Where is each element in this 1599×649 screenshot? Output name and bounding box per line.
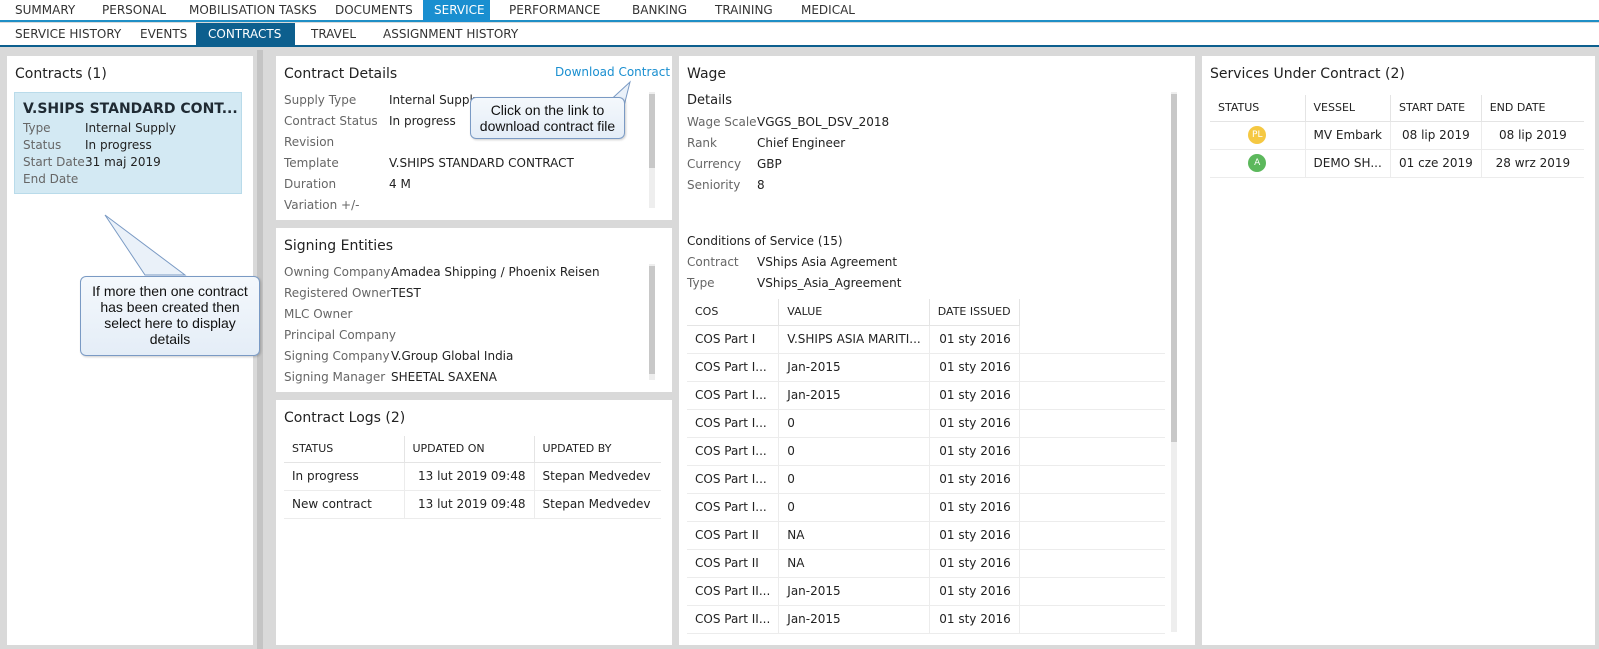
col-updated-by[interactable]: UPDATED BY (534, 436, 661, 463)
status-badge: A (1248, 154, 1267, 172)
tab-mobilisation-tasks[interactable]: MOBILISATION TASKS (178, 0, 328, 22)
tab-banking[interactable]: BANKING (621, 0, 698, 22)
contracts-callout-pointer (104, 214, 187, 276)
subtab-service-history[interactable]: SERVICE HISTORY (3, 23, 133, 45)
table-row[interactable]: COS Part II... Jan-2015 01 sty 2016 (687, 577, 1165, 606)
signing-entities-title: Signing Entities (284, 238, 394, 254)
table-row[interactable]: A DEMO SH... 01 cze 2019 28 wrz 2019 (1210, 149, 1584, 178)
services-title: Services Under Contract (2) (1210, 66, 1405, 82)
tab-training[interactable]: TRAINING (704, 0, 784, 22)
table-row[interactable]: PL MV Embark 08 lip 2019 08 lip 2019 (1210, 121, 1584, 150)
wage-title: Wage (687, 66, 727, 82)
subtab-events[interactable]: EVENTS (128, 23, 199, 45)
cos-heading: Conditions of Service (15) (687, 234, 843, 248)
services-panel: Services Under Contract (2) STATUS VESSE… (1202, 56, 1595, 645)
col-vessel[interactable]: VESSEL (1305, 95, 1392, 122)
col-value[interactable]: VALUE (778, 299, 930, 326)
contract-details-title: Contract Details (284, 66, 398, 82)
table-row[interactable]: COS Part I... Jan-2015 01 sty 2016 (687, 381, 1165, 410)
wage-panel: Wage Details Wage Scale VGGS_BOL_DSV_2018… (679, 56, 1195, 645)
col-date-issued[interactable]: DATE ISSUED (929, 299, 1020, 326)
col-updated-on[interactable]: UPDATED ON (404, 436, 535, 463)
table-row[interactable]: In progress 13 lut 2019 09:48 Stepan Med… (284, 462, 661, 491)
table-row[interactable]: COS Part I... 0 01 sty 2016 (687, 437, 1165, 466)
contract-card[interactable]: V.SHIPS STANDARD CONT... Type Internal Su… (14, 92, 242, 194)
col-status[interactable]: STATUS (284, 436, 405, 463)
tab-personal[interactable]: PERSONAL (91, 0, 177, 22)
cos-table: COS VALUE DATE ISSUED COS Part I V.SHIPS … (687, 299, 1165, 634)
subtab-assignment-history[interactable]: ASSIGNMENT HISTORY (371, 23, 530, 45)
contracts-callout: If more then one contract has been creat… (80, 276, 260, 356)
col-start-date[interactable]: START DATE (1390, 95, 1482, 122)
services-table: STATUS VESSEL START DATE END DATE PL MV … (1210, 95, 1584, 178)
download-callout: Click on the link to download contract f… (470, 97, 625, 139)
sub-tab-bar: SERVICE HISTORY EVENTS CONTRACTS TRAVEL … (0, 23, 1599, 47)
contract-logs-panel: Contract Logs (2) STATUS UPDATED ON UPDA… (276, 400, 672, 645)
tab-performance[interactable]: PERFORMANCE (498, 0, 611, 22)
subtab-contracts[interactable]: CONTRACTS (196, 23, 295, 45)
table-row[interactable]: COS Part II NA 01 sty 2016 (687, 549, 1165, 578)
tab-medical[interactable]: MEDICAL (790, 0, 866, 22)
col-status[interactable]: STATUS (1210, 95, 1306, 122)
contract-logs-title: Contract Logs (2) (284, 410, 406, 426)
signing-entities-panel: Signing Entities Owning Company Amadea Sh… (276, 228, 672, 392)
details-scrollbar[interactable] (649, 92, 655, 208)
tab-documents[interactable]: DOCUMENTS (324, 0, 424, 22)
tab-summary[interactable]: SUMMARY (4, 0, 86, 22)
table-row[interactable]: COS Part I... 0 01 sty 2016 (687, 465, 1165, 494)
col-cos[interactable]: COS (687, 299, 780, 326)
download-contract-link[interactable]: Download Contract (555, 65, 670, 79)
table-row[interactable]: COS Part I... 0 01 sty 2016 (687, 493, 1165, 522)
col-end-date[interactable]: END DATE (1481, 95, 1584, 122)
table-row[interactable]: New contract 13 lut 2019 09:48 Stepan Me… (284, 490, 661, 519)
subtab-travel[interactable]: TRAVEL (299, 23, 368, 45)
status-badge: PL (1248, 126, 1267, 144)
tab-service[interactable]: SERVICE (423, 0, 490, 22)
wage-details-heading: Details (687, 93, 733, 108)
contract-logs-table: STATUS UPDATED ON UPDATED BY In progress… (284, 436, 661, 519)
table-row[interactable]: COS Part II NA 01 sty 2016 (687, 521, 1165, 550)
contract-card-name: V.SHIPS STANDARD CONT... (23, 101, 238, 117)
table-row[interactable]: COS Part I... 0 01 sty 2016 (687, 409, 1165, 438)
signing-scrollbar[interactable] (649, 264, 655, 380)
table-row[interactable]: COS Part II... Jan-2015 01 sty 2016 (687, 605, 1165, 634)
wage-scrollbar[interactable] (1171, 92, 1177, 632)
contracts-title: Contracts (1) (15, 66, 107, 82)
table-row[interactable]: COS Part I V.SHIPS ASIA MARITI... 01 sty 2… (687, 325, 1165, 354)
main-tab-bar: SUMMARY PERSONAL MOBILISATION TASKS DOCU… (0, 0, 1599, 22)
table-row[interactable]: COS Part I... Jan-2015 01 sty 2016 (687, 353, 1165, 382)
